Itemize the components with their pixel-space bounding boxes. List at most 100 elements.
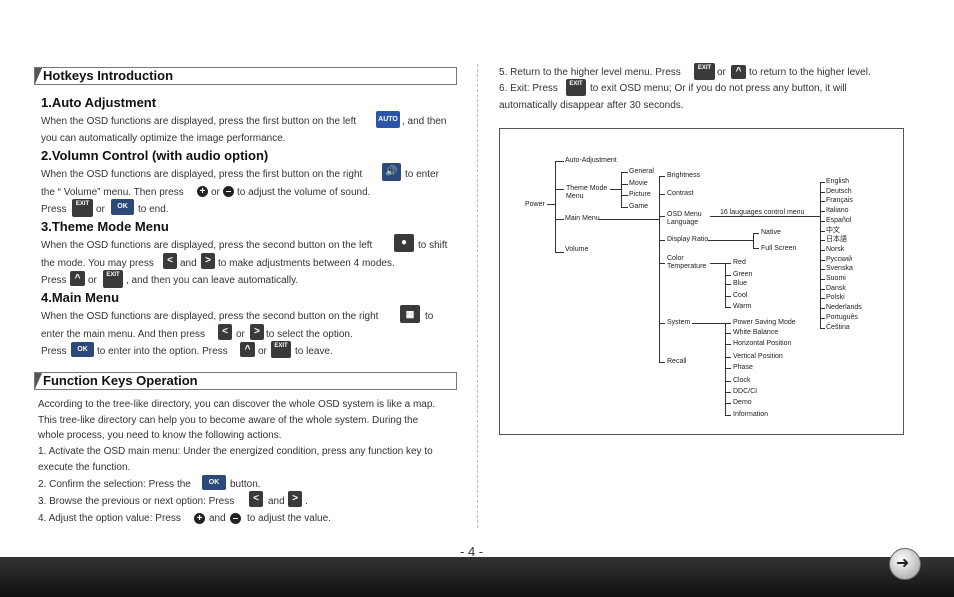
tree-node-information: Information (733, 411, 769, 418)
text: 3. Browse the previous or next option: P… (38, 496, 235, 507)
tree-node-osd-menu-language: OSD Menu Language (667, 211, 702, 226)
exit-button-icon: EXIT (694, 63, 715, 80)
tree-node-language: 日本語 (826, 236, 847, 244)
tree-node-language: Русский (826, 255, 852, 263)
tree-node-demo: Demo (733, 399, 752, 406)
tree-node-warm: Warm (733, 303, 752, 310)
arrow-right-icon: ➜ (896, 555, 910, 572)
speaker-icon: 🔊 (382, 163, 401, 181)
section-header-hotkeys: Hotkeys Introduction (34, 67, 457, 85)
right-arrow-icon: > (250, 324, 264, 340)
tree-node-main-menu: Main Menu (565, 215, 600, 222)
tree-node-native: Native (761, 229, 781, 236)
tree-node-general: General (629, 168, 654, 175)
plus-icon: + (194, 513, 205, 524)
text: Press (41, 275, 67, 286)
text: and (180, 258, 197, 269)
tree-node-language: Español (826, 216, 852, 224)
text: 1. Activate the OSD main menu: Under the… (38, 446, 433, 457)
text: When the OSD functions are displayed, pr… (41, 311, 379, 322)
theme-mode-icon: ● (394, 234, 414, 252)
tree-node-language: Français (826, 197, 853, 205)
exit-button-icon: EXIT (566, 79, 586, 96)
right-arrow-icon: > (288, 491, 302, 507)
tree-node-language: Nederlands (826, 304, 862, 312)
text: or (717, 67, 726, 78)
left-arrow-icon: < (249, 491, 263, 507)
text: to enter into the option. Press (97, 346, 228, 357)
tree-node-contrast: Contrast (667, 190, 694, 197)
tree-node-language: Suomi (826, 275, 846, 282)
heading-main-menu: 4.Main Menu (41, 290, 120, 305)
ok-button-icon: OK (71, 342, 94, 357)
text: whole process, you need to know the foll… (38, 430, 282, 441)
text: to make adjustments between 4 modes. (218, 258, 395, 269)
tree-node-ddc-ci: DDC/CI (733, 388, 758, 395)
tree-node-green: Green (733, 271, 753, 278)
tree-node-red: Red (733, 259, 746, 266)
tree-node-languages-control: 16 lauguages control menu (720, 209, 805, 216)
text: or (236, 329, 245, 340)
text: button. (230, 479, 261, 490)
heading-theme-mode-menu: 3.Theme Mode Menu (41, 219, 169, 234)
heading-auto-adjustment: 1.Auto Adjustment (41, 95, 157, 110)
tree-node-picture: Picture (629, 191, 651, 198)
text: to shift (418, 240, 448, 251)
text: execute the function. (38, 462, 131, 473)
tree-node-language: Čeština (826, 323, 850, 331)
text: , and then (402, 116, 447, 127)
tree-node-language: English (826, 178, 849, 185)
text: to leave. (295, 346, 333, 357)
text: 5. Return to the higher level menu. Pres… (499, 67, 681, 78)
tree-node-horizontal-position: Horizontal Position (733, 340, 792, 347)
text: to adjust the volume of sound. (237, 187, 371, 198)
up-arrow-icon: ^ (70, 271, 85, 286)
tree-node-volume: Volume (565, 246, 589, 253)
text: and (268, 496, 285, 507)
plus-icon: + (197, 186, 208, 197)
text: or (211, 187, 220, 198)
text: enter the main menu. And then press (41, 329, 205, 340)
up-arrow-icon: ^ (731, 65, 746, 79)
tree-node-recall: Recall (667, 358, 687, 365)
text: According to the tree-like directory, yo… (38, 399, 436, 410)
text: to adjust the value. (247, 513, 331, 524)
auto-button-icon: AUTO (376, 111, 400, 128)
tree-node-brightness: Brightness (667, 172, 701, 179)
text: When the OSD functions are displayed, pr… (41, 116, 357, 127)
exit-button-icon: EXIT (72, 199, 93, 217)
text: . (305, 496, 308, 507)
tree-node-full-screen: Full Screen (761, 245, 797, 252)
tree-node-power-saving-mode: Power Saving Mode (733, 319, 796, 326)
text: or (258, 346, 267, 357)
tree-node-theme-mode-menu: Theme Mode Menu (566, 185, 608, 200)
text: to select the option. (266, 329, 353, 340)
exit-button-icon: EXIT (103, 270, 123, 288)
osd-tree-diagram: Power Auto-Adjustment Theme Mode Menu Ma… (499, 128, 904, 435)
text: to enter (405, 169, 439, 180)
tree-node-game: Game (629, 203, 649, 210)
text: to (425, 311, 434, 322)
heading-volume-control: 2.Volumn Control (with audio option) (41, 148, 269, 163)
section-title: Hotkeys Introduction (43, 68, 174, 83)
tree-node-language: Deutsch (826, 187, 852, 195)
text: or (88, 275, 97, 286)
text: automatically disappear after 30 seconds… (499, 100, 684, 111)
next-page-button[interactable]: ➜ (889, 548, 921, 580)
tree-node-display-ratio: Display Ratio (667, 236, 709, 243)
left-arrow-icon: < (163, 253, 177, 269)
minus-icon: – (223, 186, 234, 197)
text: to return to the higher level. (749, 67, 871, 78)
tree-node-vertical-position: Vertical Position (733, 353, 783, 360)
tree-node-color-temperature: Color Temperature (667, 255, 707, 270)
main-menu-icon: ▦ (400, 305, 420, 323)
text: 4. Adjust the option value: Press (38, 513, 181, 524)
text: , and then you can leave automatically. (126, 275, 299, 286)
tree-node-auto-adjustment: Auto-Adjustment (565, 157, 617, 164)
up-arrow-icon: ^ (240, 342, 255, 357)
section-header-function-keys: Function Keys Operation (34, 372, 457, 390)
footer-bar (0, 557, 954, 597)
exit-button-icon: EXIT (271, 341, 291, 358)
right-arrow-icon: > (201, 253, 215, 269)
tree-node-phase: Phase (733, 364, 753, 371)
